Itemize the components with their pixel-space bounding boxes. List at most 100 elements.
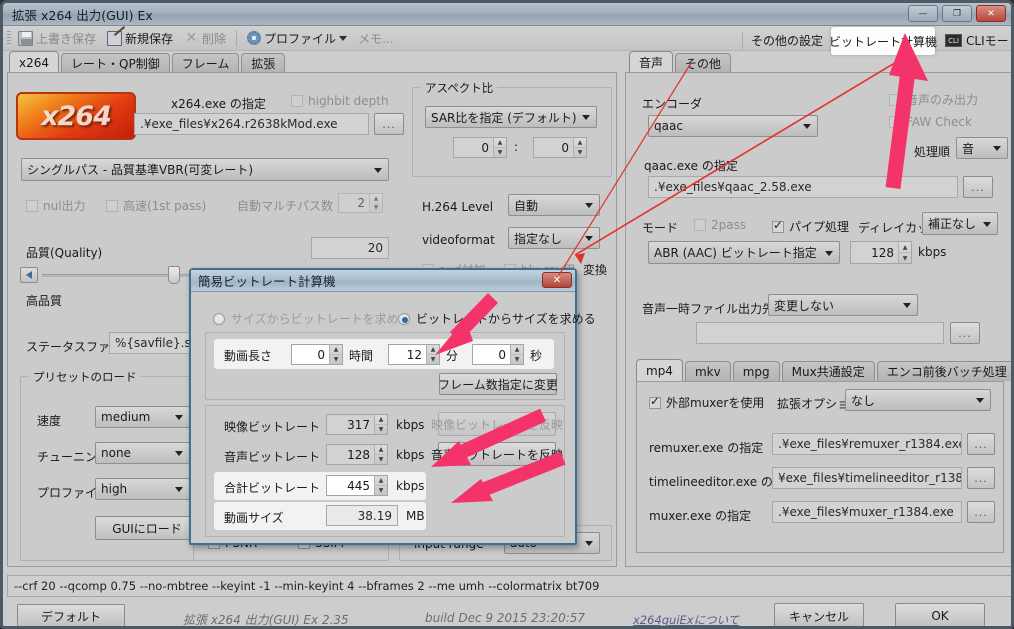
profile-button[interactable]: プロファイル	[243, 28, 351, 49]
use-external-muxer-checkbox[interactable]: 外部muxerを使用	[649, 394, 764, 411]
quality-value-input[interactable]: 20	[311, 237, 389, 259]
spin-up-icon: ▲	[574, 138, 586, 148]
tab-other[interactable]: その他	[675, 53, 732, 73]
tab-mpg[interactable]: mpg	[732, 361, 780, 381]
apply-video-bitrate-button[interactable]: 映像ビットレートを反映	[431, 412, 563, 436]
tab-audio[interactable]: 音声	[629, 51, 674, 73]
nul-output-checkbox[interactable]: nul出力	[26, 197, 86, 214]
muxer-browse-button[interactable]: ...	[967, 501, 995, 523]
dialog-audio-bitrate-spin-buttons[interactable]: ▲ ▼	[374, 445, 387, 464]
radio-bitrate-to-size[interactable]: ビットレートからサイズを求める	[398, 310, 596, 327]
tab-mp4[interactable]: mp4	[636, 359, 683, 381]
sar-width-stepper[interactable]: 0 ▲ ▼	[453, 137, 507, 158]
overwrite-save-button[interactable]: 上書き保存	[14, 28, 100, 49]
toolbar-grip[interactable]	[7, 30, 11, 46]
other-settings-button[interactable]: その他の設定	[747, 30, 827, 51]
pipe-process-label: パイプ処理	[789, 220, 850, 234]
sar-combo[interactable]: SAR比を指定 (デフォルト)	[425, 106, 597, 128]
seconds-spin-buttons[interactable]: ▲ ▼	[510, 345, 523, 364]
audio-bitrate-mode-combo[interactable]: ABR (AAC) ビットレート指定	[648, 241, 840, 264]
qaac-exe-browse-button[interactable]: ...	[963, 176, 993, 198]
audio-bitrate-stepper[interactable]: 128 ▲ ▼	[850, 241, 912, 264]
spin-up-icon: ▲	[427, 345, 439, 355]
tab-rate-qp[interactable]: レート・QP制御	[61, 53, 170, 73]
encode-mode-combo[interactable]: シングルパス - 品質基準VBR(可変レート)	[21, 158, 389, 181]
total-bitrate-spin-buttons[interactable]: ▲ ▼	[374, 476, 387, 495]
timelineeditor-path-input[interactable]: ¥exe_files¥timelineeditor_r1384.exe	[772, 467, 962, 489]
hours-stepper[interactable]: 0 ▲ ▼	[291, 344, 343, 365]
delete-button[interactable]: ✕ 削除	[180, 28, 230, 49]
sar-height-stepper[interactable]: 0 ▲ ▼	[533, 137, 587, 158]
audio-encoder-combo[interactable]: qaac	[648, 115, 818, 137]
fast-first-pass-checkbox[interactable]: 高速(1st pass)	[106, 197, 206, 214]
ext-option-combo[interactable]: なし	[845, 389, 991, 411]
bitrate-calculator-button[interactable]: ビットレート計算機	[829, 27, 937, 55]
apply-audio-bitrate-button[interactable]: 音声ビットレートを反映	[431, 442, 563, 466]
x264-exe-path-input[interactable]: .¥exe_files¥x264.r2638kMod.exe	[134, 113, 369, 135]
faw-check-label: FAW Check	[906, 115, 972, 129]
highbit-depth-checkbox[interactable]: highbit depth	[291, 94, 389, 108]
cli-mode-button[interactable]: CLI CLIモード	[941, 30, 1011, 51]
sar-height-spin-buttons[interactable]: ▲ ▼	[573, 138, 586, 157]
new-save-button[interactable]: 新規保存	[103, 28, 177, 49]
faw-check-checkbox[interactable]: FAW Check	[889, 115, 972, 129]
video-bitrate-spin-buttons[interactable]: ▲ ▼	[374, 415, 387, 434]
speed-combo[interactable]: medium	[95, 406, 190, 428]
tab-extend[interactable]: 拡張	[241, 53, 286, 73]
x264-exe-browse-button[interactable]: ...	[374, 113, 404, 135]
load-to-gui-button[interactable]: GUIにロード	[95, 516, 199, 540]
tuning-combo[interactable]: none	[95, 442, 190, 464]
process-order-combo[interactable]: 音	[956, 137, 1008, 159]
minutes-spin-buttons[interactable]: ▲ ▼	[426, 345, 439, 364]
dialog-close-button[interactable]: ✕	[542, 272, 572, 288]
h264-level-combo[interactable]: 自動	[508, 194, 600, 216]
audio-only-output-checkbox[interactable]: 音声のみ出力	[889, 91, 978, 108]
auto-multipass-stepper[interactable]: 2 ▲ ▼	[338, 193, 383, 213]
tab-mkv[interactable]: mkv	[684, 361, 731, 381]
qaac-exe-path-input[interactable]: .¥exe_files¥qaac_2.58.exe	[648, 176, 958, 198]
ok-button[interactable]: OK	[895, 603, 985, 626]
window-title: 拡張 x264 出力(GUI) Ex	[12, 7, 153, 23]
remuxer-path-input[interactable]: .¥exe_files¥remuxer_r1384.exe	[772, 433, 962, 455]
pipe-process-checkbox[interactable]: パイプ処理	[772, 218, 849, 235]
default-button[interactable]: デフォルト	[17, 604, 125, 626]
tab-batch[interactable]: エンコ前後バッチ処理	[876, 361, 1011, 381]
remuxer-browse-button[interactable]: ...	[967, 433, 995, 455]
cancel-button[interactable]: キャンセル	[774, 603, 864, 626]
pipe-process-box	[772, 218, 784, 233]
timelineeditor-browse-button[interactable]: ...	[967, 467, 995, 489]
close-button[interactable]: ✕	[976, 5, 1006, 22]
twopass-checkbox[interactable]: 2pass	[694, 218, 746, 232]
audio-temp-combo[interactable]: 変更しない	[768, 294, 918, 316]
memo-button[interactable]: メモ...	[354, 28, 397, 49]
minimize-button[interactable]: —	[908, 5, 938, 22]
video-bitrate-stepper[interactable]: 317 ▲ ▼	[326, 414, 388, 435]
auto-multipass-spin-buttons[interactable]: ▲ ▼	[369, 194, 382, 212]
quality-slider-left-button[interactable]	[20, 267, 38, 283]
hours-spin-buttons[interactable]: ▲ ▼	[329, 345, 342, 364]
process-order-value: 音	[962, 141, 975, 156]
sar-width-spin-buttons[interactable]: ▲ ▼	[493, 138, 506, 157]
audio-bitrate-spin-buttons[interactable]: ▲ ▼	[898, 242, 911, 263]
quality-slider-knob[interactable]	[168, 266, 180, 284]
change-to-frames-button[interactable]: フレーム数指定に変更	[438, 373, 558, 395]
seconds-stepper[interactable]: 0 ▲ ▼	[472, 344, 524, 365]
total-bitrate-stepper[interactable]: 445 ▲ ▼	[326, 475, 388, 496]
about-link[interactable]: x264guiExについて	[633, 612, 739, 626]
save-icon	[18, 30, 33, 46]
radio-size-to-bitrate[interactable]: サイズからビットレートを求める	[213, 310, 411, 327]
videoformat-combo[interactable]: 指定なし	[508, 227, 600, 249]
profile-combo[interactable]: high	[95, 478, 190, 500]
audio-temp-browse-button[interactable]: ...	[950, 322, 980, 344]
dialog-audio-bitrate-stepper[interactable]: 128 ▲ ▼	[326, 444, 388, 465]
muxer-path-input[interactable]: .¥exe_files¥muxer_r1384.exe	[772, 501, 962, 523]
minutes-stepper[interactable]: 12 ▲ ▼	[388, 344, 440, 365]
audio-temp-path-input[interactable]	[696, 322, 944, 344]
delay-cut-combo[interactable]: 補正なし	[922, 212, 998, 235]
tab-x264[interactable]: x264	[9, 51, 60, 73]
chevron-down-icon	[585, 236, 593, 241]
tab-frame[interactable]: フレーム	[171, 53, 240, 73]
tab-mux-common[interactable]: Mux共通設定	[781, 361, 875, 381]
maximize-button[interactable]: ❐	[942, 5, 972, 22]
seconds-unit: 秒	[530, 349, 543, 363]
